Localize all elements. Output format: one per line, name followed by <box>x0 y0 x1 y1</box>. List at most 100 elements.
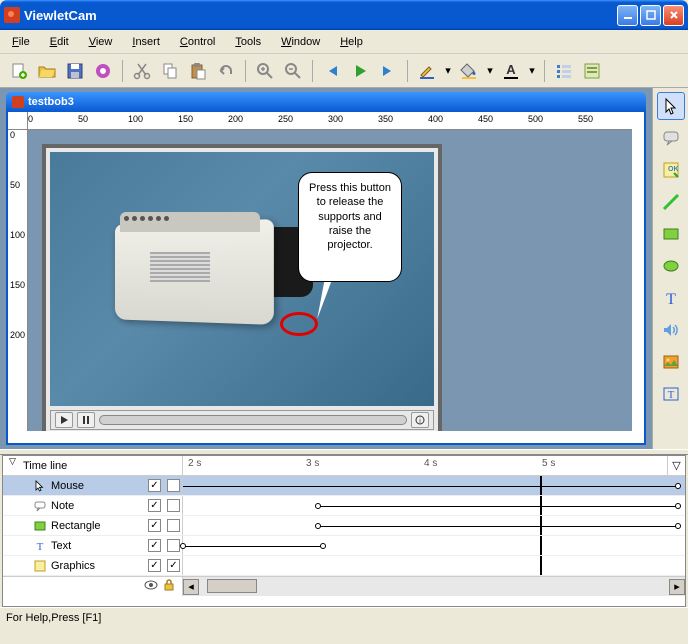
menu-edit[interactable]: Edit <box>46 34 73 50</box>
rectangle-tool[interactable] <box>657 220 685 248</box>
track-lock-checkbox[interactable] <box>167 499 180 512</box>
document-titlebar[interactable]: testbob3 <box>6 92 646 112</box>
paste-button[interactable] <box>185 58 211 84</box>
save-button[interactable] <box>62 58 88 84</box>
timeline-track-rectangle[interactable]: Rectangle <box>3 516 685 536</box>
keyframe[interactable] <box>315 523 321 529</box>
menu-view[interactable]: View <box>85 34 117 50</box>
track-lane[interactable] <box>183 516 667 535</box>
copy-button[interactable] <box>157 58 183 84</box>
timeline-header-menu[interactable]: ▽ <box>667 456 685 475</box>
balloon-tool[interactable] <box>657 124 685 152</box>
track-lane[interactable] <box>183 476 667 495</box>
pen-color-dropdown[interactable]: ▾ <box>442 64 454 77</box>
undo-button[interactable] <box>213 58 239 84</box>
ruler-tick: 500 <box>528 114 543 124</box>
canvas-area[interactable]: Press this button to release the support… <box>28 130 632 431</box>
track-visible-checkbox[interactable] <box>148 519 161 532</box>
keyframe[interactable] <box>675 523 681 529</box>
minimize-button[interactable] <box>617 5 638 26</box>
slide-canvas[interactable]: Press this button to release the support… <box>42 144 442 431</box>
track-visible-checkbox[interactable] <box>148 479 161 492</box>
track-visible-checkbox[interactable] <box>148 539 161 552</box>
maximize-button[interactable] <box>640 5 661 26</box>
timeline-ruler[interactable]: 2 s3 s4 s5 s <box>183 456 667 475</box>
list-view-button[interactable] <box>551 58 577 84</box>
close-button[interactable] <box>663 5 684 26</box>
scroll-right-button[interactable]: ▸ <box>669 579 685 595</box>
form-button[interactable] <box>579 58 605 84</box>
menu-help[interactable]: Help <box>336 34 367 50</box>
document-title: testbob3 <box>28 96 74 108</box>
sound-tool[interactable] <box>657 316 685 344</box>
svg-text:T: T <box>37 541 44 552</box>
text-color-button[interactable]: A <box>498 58 524 84</box>
callout-balloon[interactable]: Press this button to release the support… <box>298 172 402 282</box>
rewind-button[interactable] <box>319 58 345 84</box>
player-controls: i <box>50 410 434 430</box>
keyframe[interactable] <box>675 503 681 509</box>
open-button[interactable] <box>34 58 60 84</box>
pen-color-button[interactable] <box>414 58 440 84</box>
image-tool[interactable] <box>657 348 685 376</box>
ruler-horizontal[interactable]: 050100150200250300350400450500550 <box>28 112 632 130</box>
highlight-ellipse[interactable] <box>280 312 318 336</box>
cut-button[interactable] <box>129 58 155 84</box>
timeline-panel: ▽ Time line 2 s3 s4 s5 s ▽ Mouse Note Re… <box>2 455 686 607</box>
track-lane[interactable] <box>183 496 667 515</box>
play-button[interactable] <box>347 58 373 84</box>
document-window: testbob3 0501001502002503003504004505005… <box>6 92 646 445</box>
track-visible-checkbox[interactable] <box>148 559 161 572</box>
scroll-thumb[interactable] <box>207 579 257 593</box>
track-lane[interactable] <box>183 556 667 575</box>
menu-control[interactable]: Control <box>176 34 219 50</box>
scroll-left-button[interactable]: ◂ <box>183 579 199 595</box>
keyframe[interactable] <box>675 483 681 489</box>
timeline-track-text[interactable]: T Text <box>3 536 685 556</box>
track-lock-checkbox[interactable] <box>167 559 180 572</box>
player-slider[interactable] <box>99 415 407 425</box>
keyframe[interactable] <box>320 543 326 549</box>
player-pause-button[interactable] <box>77 412 95 428</box>
note-tool[interactable]: OK <box>657 156 685 184</box>
line-tool[interactable] <box>657 188 685 216</box>
menu-tools[interactable]: Tools <box>231 34 265 50</box>
zoom-in-button[interactable] <box>252 58 278 84</box>
timeline-track-note[interactable]: Note <box>3 496 685 516</box>
timeline-track-mouse[interactable]: Mouse <box>3 476 685 496</box>
ruler-vertical[interactable]: 050100150200 <box>8 130 28 431</box>
player-info-button[interactable]: i <box>411 412 429 428</box>
track-lock-checkbox[interactable] <box>167 539 180 552</box>
timeline-collapse-icon[interactable]: ▽ <box>9 456 16 467</box>
timeline-scrollbar[interactable]: ◂ ▸ <box>183 577 685 596</box>
timeline-track-graphics[interactable]: Graphics <box>3 556 685 576</box>
track-visible-checkbox[interactable] <box>148 499 161 512</box>
cursor-tool[interactable] <box>657 92 685 120</box>
forward-button[interactable] <box>375 58 401 84</box>
player-play-button[interactable] <box>55 412 73 428</box>
app-icon <box>4 7 20 23</box>
ruler-corner <box>8 112 28 130</box>
fill-color-dropdown[interactable]: ▾ <box>484 64 496 77</box>
menu-file[interactable]: File <box>8 34 34 50</box>
window-title: ViewletCam <box>24 8 617 23</box>
zoom-out-button[interactable] <box>280 58 306 84</box>
playhead-line <box>540 516 542 535</box>
keyframe[interactable] <box>315 503 321 509</box>
ellipse-tool[interactable] <box>657 252 685 280</box>
track-lock-checkbox[interactable] <box>167 479 180 492</box>
document-icon <box>12 96 24 108</box>
lock-icon[interactable] <box>162 578 176 595</box>
new-button[interactable] <box>6 58 32 84</box>
menu-insert[interactable]: Insert <box>128 34 164 50</box>
fill-color-button[interactable] <box>456 58 482 84</box>
keyframe[interactable] <box>180 543 186 549</box>
visibility-icon[interactable] <box>144 578 158 595</box>
text-tool[interactable]: T <box>657 284 685 312</box>
track-lock-checkbox[interactable] <box>167 519 180 532</box>
text-color-dropdown[interactable]: ▾ <box>526 64 538 77</box>
compile-button[interactable] <box>90 58 116 84</box>
textbox-tool[interactable]: T <box>657 380 685 408</box>
track-lane[interactable] <box>183 536 667 555</box>
menu-window[interactable]: Window <box>277 34 324 50</box>
